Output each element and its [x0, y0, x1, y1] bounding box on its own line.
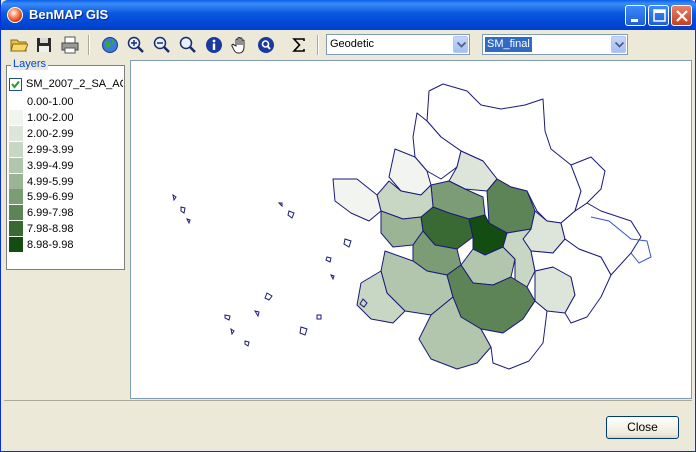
legend-swatch — [9, 157, 23, 173]
map-canvas[interactable] — [130, 60, 692, 399]
projection-value: Geodetic — [330, 38, 375, 50]
legend-class-row: 0.00-1.00 — [9, 94, 121, 110]
zoom-in-button[interactable] — [125, 34, 147, 56]
legend-swatch — [9, 189, 23, 205]
legend-class-row: 8.98-9.98 — [9, 237, 121, 253]
layer-select[interactable]: SM_final — [482, 34, 628, 55]
legend-class-row: 1.00-2.00 — [9, 109, 121, 126]
legend-swatch — [9, 109, 23, 125]
pan-hand-icon — [231, 37, 245, 54]
sum-icon — [292, 38, 305, 52]
chevron-down-icon — [615, 42, 624, 48]
maximize-icon — [653, 9, 666, 22]
zoom-in-icon — [127, 36, 144, 53]
layer-select-value: SM_final — [485, 37, 532, 52]
legend-class-label: 2.99-3.99 — [27, 143, 74, 156]
legend-class-row: 2.00-2.99 — [9, 125, 121, 142]
close-button[interactable]: Close — [606, 416, 679, 439]
legend-class-label: 6.99-7.98 — [27, 207, 74, 220]
full-extent-button[interactable] — [99, 34, 121, 56]
save-button[interactable] — [33, 34, 55, 56]
legend-class-label: 2.00-2.99 — [27, 127, 74, 140]
zoom-button[interactable] — [177, 34, 199, 56]
legend-swatch — [9, 125, 23, 141]
window-title: BenMAP GIS — [29, 7, 109, 22]
pan-button[interactable] — [229, 34, 251, 56]
dialog-footer — [4, 400, 692, 449]
legend-class-label: 7.98-8.98 — [27, 223, 74, 236]
legend-class-label: 8.98-9.98 — [27, 239, 74, 252]
chevron-down-icon — [457, 42, 466, 48]
legend-swatch — [9, 205, 23, 221]
title-bar[interactable]: BenMAP GIS — [1, 0, 696, 30]
legend-class-label: 4.99-5.99 — [27, 175, 74, 188]
globe-full-extent-icon — [102, 37, 118, 53]
toolbar-separator — [88, 35, 90, 55]
projection-dropdown-button[interactable] — [453, 36, 468, 53]
zoom-icon — [179, 36, 196, 53]
minimize-icon — [631, 19, 638, 22]
layer-name: SM_2007_2_SA_AQ — [26, 78, 123, 90]
checkmark-icon — [11, 80, 20, 89]
legend-class-label: 5.99-6.99 — [27, 191, 74, 204]
projection-select[interactable]: Geodetic — [326, 34, 470, 55]
identify-button[interactable] — [203, 34, 225, 56]
zoom-out-button[interactable] — [151, 34, 173, 56]
legend-swatch — [9, 94, 23, 109]
legend-class-row: 7.98-8.98 — [9, 221, 121, 237]
sum-button[interactable] — [288, 34, 310, 56]
benmap-gis-window: BenMAP GIS Geodetic SM_final Layers SM_2… — [0, 0, 696, 452]
choropleth-map — [172, 83, 652, 370]
legend-class-row: 3.99-4.99 — [9, 157, 121, 174]
print-button[interactable] — [59, 34, 81, 56]
minimize-button[interactable] — [625, 5, 646, 26]
legend-swatch — [9, 221, 23, 237]
toolbar-separator — [317, 35, 319, 55]
app-icon — [7, 7, 23, 23]
toolbar: Geodetic SM_final — [4, 31, 694, 59]
legend-class-row: 6.99-7.98 — [9, 205, 121, 221]
query-button[interactable] — [255, 34, 277, 56]
open-folder-icon — [10, 39, 28, 52]
legend-class-row: 2.99-3.99 — [9, 141, 121, 158]
zoom-out-icon — [153, 36, 170, 53]
legend-swatch — [9, 237, 23, 253]
maximize-button[interactable] — [648, 5, 669, 26]
layers-panel-label: Layers — [11, 58, 49, 70]
layer-visibility-checkbox[interactable] — [9, 78, 22, 91]
save-disk-icon — [37, 38, 51, 52]
legend-swatch — [9, 141, 23, 157]
info-icon — [206, 37, 222, 53]
layer-dropdown-button[interactable] — [611, 36, 626, 53]
legend-class-row: 4.99-5.99 — [9, 173, 121, 190]
layers-list: Layers SM_2007_2_SA_AQ 0.00-1.00 1.00-2.0… — [6, 58, 125, 270]
query-icon — [258, 37, 274, 53]
legend-class-row: 5.99-6.99 — [9, 189, 121, 205]
legend-class-label: 1.00-2.00 — [27, 111, 74, 124]
print-icon — [61, 36, 79, 54]
layers-panel: Layers SM_2007_2_SA_AQ 0.00-1.00 1.00-2.0… — [6, 58, 126, 398]
close-icon — [676, 10, 688, 22]
legend-swatch — [9, 173, 23, 189]
legend-class-label: 3.99-4.99 — [27, 159, 74, 172]
open-button[interactable] — [8, 34, 30, 56]
layer-row[interactable]: SM_2007_2_SA_AQ — [9, 77, 123, 92]
close-window-button[interactable] — [671, 5, 692, 26]
legend-class-label: 0.00-1.00 — [27, 96, 74, 108]
